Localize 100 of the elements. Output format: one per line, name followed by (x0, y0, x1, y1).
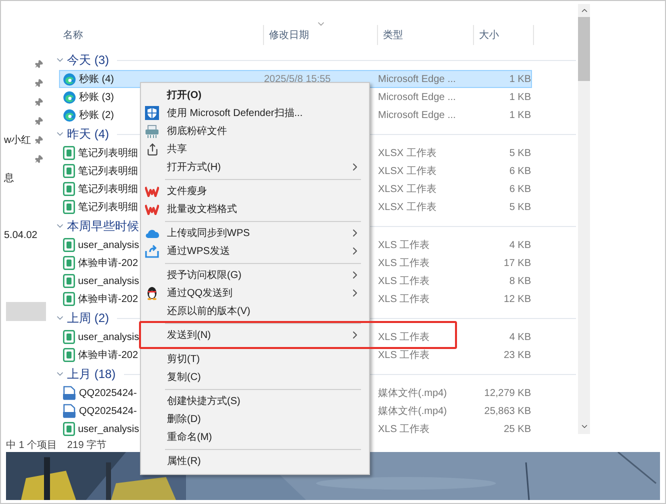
file-size: 1 KB (509, 90, 531, 104)
file-size: 12 KB (504, 292, 531, 306)
group-header[interactable]: 上周 (2) (67, 309, 109, 327)
file-type: XLS 工作表 (378, 424, 430, 434)
spreadsheet-file-icon (63, 182, 75, 196)
menu-item[interactable]: 上传或同步到WPS (141, 224, 369, 242)
file-size: 4 KB (509, 330, 531, 344)
menu-item[interactable]: 授予访问权限(G) (141, 266, 369, 284)
column-header[interactable]: 名称 (51, 25, 264, 45)
file-name: 秒账 (4) (79, 72, 114, 86)
menu-item[interactable]: 使用 Microsoft Defender扫描... (141, 104, 369, 122)
browser-file-icon (63, 90, 76, 104)
file-type: XLS 工作表 (378, 350, 430, 360)
file-type: XLS 工作表 (378, 332, 430, 342)
nav-item[interactable]: 5.04.02 (1, 228, 38, 243)
shredder-icon (145, 124, 159, 138)
menu-item[interactable]: 删除(D) (141, 410, 369, 428)
cloud-icon (144, 228, 160, 238)
column-header[interactable]: 类型 (378, 25, 474, 45)
menu-item[interactable]: 共享 (141, 140, 369, 158)
scroll-up-icon[interactable] (580, 6, 588, 15)
send-icon (145, 244, 159, 258)
menu-item[interactable]: 通过QQ发送到 (141, 284, 369, 302)
spreadsheet-file-icon (63, 256, 75, 270)
menu-item-label: 重命名(M) (166, 430, 212, 444)
file-name: 体验申请-202 (78, 348, 138, 362)
browser-file-icon (63, 72, 76, 86)
file-type: XLS 工作表 (378, 240, 430, 250)
menu-item[interactable]: 通过WPS发送 (141, 242, 369, 260)
spreadsheet-file-icon (63, 274, 75, 288)
group-header[interactable]: 昨天 (4) (67, 125, 109, 143)
file-type: XLS 工作表 (378, 276, 430, 286)
file-size: 6 KB (509, 164, 531, 178)
file-size: 12,279 KB (484, 386, 531, 400)
file-type: Microsoft Edge ... (378, 110, 456, 120)
group-header[interactable]: 本周早些时候 (67, 217, 139, 235)
group-header[interactable]: 今天 (3) (67, 51, 109, 69)
file-name: 秒账 (3) (79, 90, 114, 104)
menu-item[interactable]: 批量改文档格式 (141, 200, 369, 218)
file-name: user_analysis (78, 274, 140, 288)
file-type: 媒体文件(.mp4) (378, 388, 447, 398)
spreadsheet-file-icon (63, 238, 75, 252)
menu-item[interactable]: 发送到(N) (141, 326, 369, 344)
menu-item-label: 文件瘦身 (166, 184, 207, 198)
scrollbar-thumb[interactable] (578, 17, 590, 81)
column-header[interactable]: 大小 (474, 25, 534, 45)
file-size: 6 KB (509, 182, 531, 196)
file-name: QQ2025424- (79, 404, 137, 418)
scroll-down-icon[interactable] (580, 422, 588, 431)
menu-item[interactable]: 创建快捷方式(S) (141, 392, 369, 410)
menu-item-label: 使用 Microsoft Defender扫描... (166, 106, 303, 120)
menu-item[interactable]: 复制(C) (141, 368, 369, 386)
menu-item[interactable]: 剪切(T) (141, 350, 369, 368)
menu-item[interactable]: 打开(O) (141, 86, 369, 104)
file-name: 笔记列表明细 (78, 200, 138, 214)
spreadsheet-file-icon (63, 330, 75, 344)
column-header[interactable]: 修改日期 (264, 25, 378, 45)
file-name: user_analysis (78, 330, 140, 344)
file-name: 体验申请-202 (78, 292, 138, 306)
nav-item[interactable]: 息 (1, 171, 14, 186)
menu-item-label: 还原以前的版本(V) (166, 304, 250, 318)
spreadsheet-file-icon (63, 164, 75, 178)
menu-item-label: 删除(D) (166, 412, 201, 426)
status-size: 219 字节 (67, 438, 107, 452)
file-name: user_analysis (78, 422, 140, 436)
file-name: QQ2025424- (79, 386, 137, 400)
menu-item[interactable]: 彻底粉碎文件 (141, 122, 369, 140)
file-name: 秒账 (2) (79, 108, 114, 122)
file-size: 1 KB (509, 108, 531, 122)
menu-item[interactable]: 属性(R) (141, 452, 369, 470)
nav-item[interactable]: w小红 (1, 133, 32, 148)
file-type: 媒体文件(.mp4) (378, 406, 447, 416)
spreadsheet-file-icon (63, 292, 75, 306)
menu-item-label: 通过QQ发送到 (166, 286, 233, 300)
file-size: 5 KB (509, 146, 531, 160)
file-type: XLS 工作表 (378, 258, 430, 268)
file-size: 8 KB (509, 274, 531, 288)
menu-item-label: 创建快捷方式(S) (166, 394, 240, 408)
file-size: 23 KB (504, 348, 531, 362)
file-type: XLSX 工作表 (378, 202, 436, 212)
file-type: Microsoft Edge ... (378, 92, 456, 102)
wps-logo-icon (145, 204, 159, 214)
video-file-icon (63, 386, 76, 400)
menu-item[interactable]: 打开方式(H) (141, 158, 369, 176)
file-size: 5 KB (509, 200, 531, 214)
spreadsheet-file-icon (63, 146, 75, 160)
file-type: XLSX 工作表 (378, 148, 436, 158)
menu-item-label: 剪切(T) (166, 352, 200, 366)
scrollbar[interactable] (578, 4, 590, 434)
file-name: 笔记列表明细 (78, 182, 138, 196)
menu-item[interactable]: 重命名(M) (141, 428, 369, 446)
menu-item-label: 打开(O) (166, 88, 202, 102)
file-type: XLSX 工作表 (378, 166, 436, 176)
menu-item[interactable]: 还原以前的版本(V) (141, 302, 369, 320)
file-size: 25,863 KB (484, 404, 531, 418)
shield-icon (145, 106, 159, 120)
spreadsheet-file-icon (63, 422, 75, 436)
menu-item-label: 通过WPS发送 (166, 244, 230, 258)
menu-item[interactable]: 文件瘦身 (141, 182, 369, 200)
group-header[interactable]: 上月 (18) (67, 365, 116, 383)
